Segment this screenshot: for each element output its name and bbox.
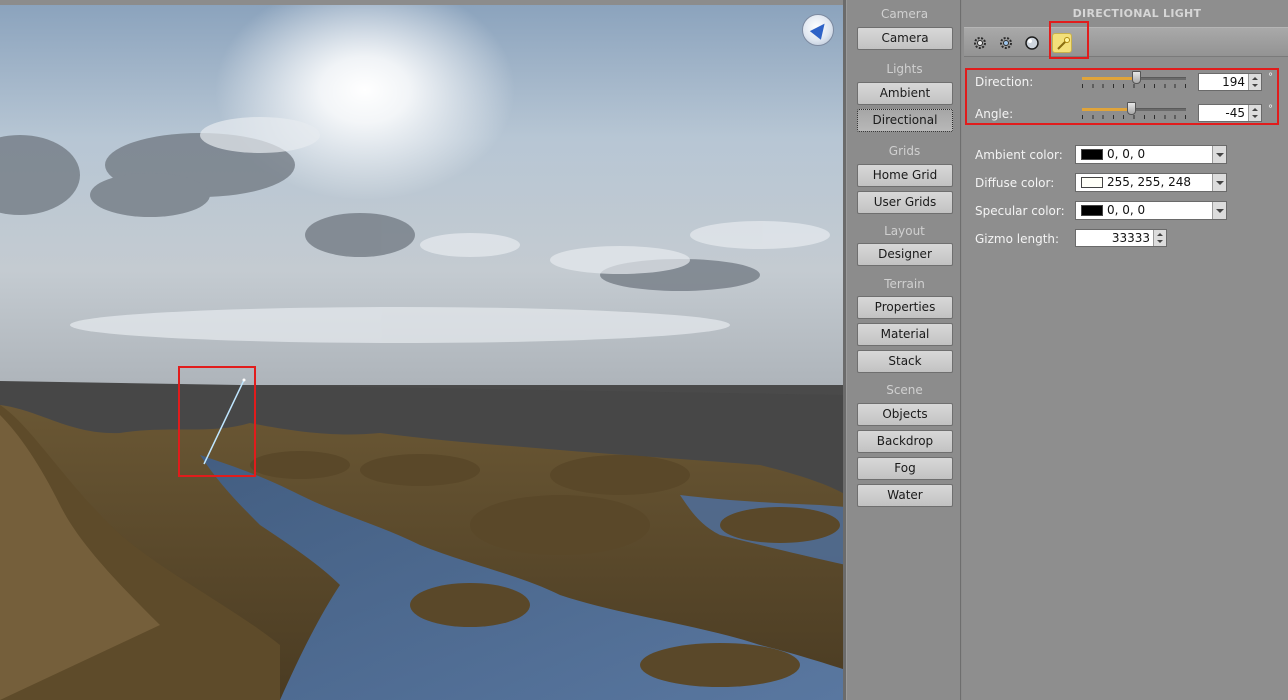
- water-button[interactable]: Water: [857, 484, 953, 507]
- specular-color-picker[interactable]: 0, 0, 0: [1075, 201, 1227, 220]
- section-camera-title: Camera: [880, 7, 929, 21]
- gizmo-length-label: Gizmo length:: [975, 232, 1060, 246]
- gizmo-length-spin-arrows[interactable]: [1153, 230, 1166, 246]
- camera-button[interactable]: Camera: [857, 27, 953, 50]
- backdrop-button[interactable]: Backdrop: [857, 430, 953, 453]
- objects-button[interactable]: Objects: [857, 403, 953, 426]
- gear-sun-icon[interactable]: [970, 33, 990, 53]
- section-terrain-title: Terrain: [884, 277, 925, 291]
- section-layout-title: Layout: [884, 224, 925, 238]
- designer-button[interactable]: Designer: [857, 243, 953, 266]
- section-grids-title: Grids: [888, 144, 921, 158]
- gizmo-length-spinbox[interactable]: 33333: [1075, 229, 1167, 247]
- directional-button[interactable]: Directional: [857, 109, 953, 132]
- diffuse-color-value: 255, 255, 248: [1107, 175, 1191, 189]
- chevron-down-icon[interactable]: [1212, 146, 1226, 163]
- light-gizmo-highlight: [178, 366, 256, 477]
- light-tool-highlight: [1049, 21, 1089, 59]
- specular-color-swatch: [1081, 205, 1103, 216]
- stack-button[interactable]: Stack: [857, 350, 953, 373]
- sphere-icon[interactable]: [1022, 33, 1042, 53]
- ambient-button[interactable]: Ambient: [857, 82, 953, 105]
- direction-angle-highlight: [965, 68, 1279, 125]
- ambient-color-picker[interactable]: 0, 0, 0: [1075, 145, 1227, 164]
- user-grids-button[interactable]: User Grids: [857, 191, 953, 214]
- diffuse-color-label: Diffuse color:: [975, 176, 1055, 190]
- home-grid-button[interactable]: Home Grid: [857, 164, 953, 187]
- ambient-color-swatch: [1081, 149, 1103, 160]
- specular-color-value: 0, 0, 0: [1107, 203, 1146, 217]
- section-scene-title: Scene: [886, 383, 923, 397]
- gear-alt-icon[interactable]: [996, 33, 1016, 53]
- diffuse-color-swatch: [1081, 177, 1103, 188]
- ambient-color-label: Ambient color:: [975, 148, 1063, 162]
- fog-button[interactable]: Fog: [857, 457, 953, 480]
- properties-button[interactable]: Properties: [857, 296, 953, 319]
- diffuse-color-picker[interactable]: 255, 255, 248: [1075, 173, 1227, 192]
- compass-icon[interactable]: [802, 14, 834, 46]
- material-button[interactable]: Material: [857, 323, 953, 346]
- section-lights-title: Lights: [886, 62, 923, 76]
- ambient-color-value: 0, 0, 0: [1107, 147, 1146, 161]
- gizmo-length-value: 33333: [1111, 231, 1150, 245]
- specular-color-label: Specular color:: [975, 204, 1065, 218]
- light-toolbar: [964, 27, 1288, 57]
- category-panel: Camera Camera Lights Ambient Directional…: [846, 0, 961, 700]
- terrain-viewport[interactable]: [0, 0, 846, 700]
- panel-title: DIRECTIONAL LIGHT: [1072, 7, 1202, 20]
- terrain-scene: [0, 5, 846, 700]
- chevron-down-icon[interactable]: [1212, 202, 1226, 219]
- chevron-down-icon[interactable]: [1212, 174, 1226, 191]
